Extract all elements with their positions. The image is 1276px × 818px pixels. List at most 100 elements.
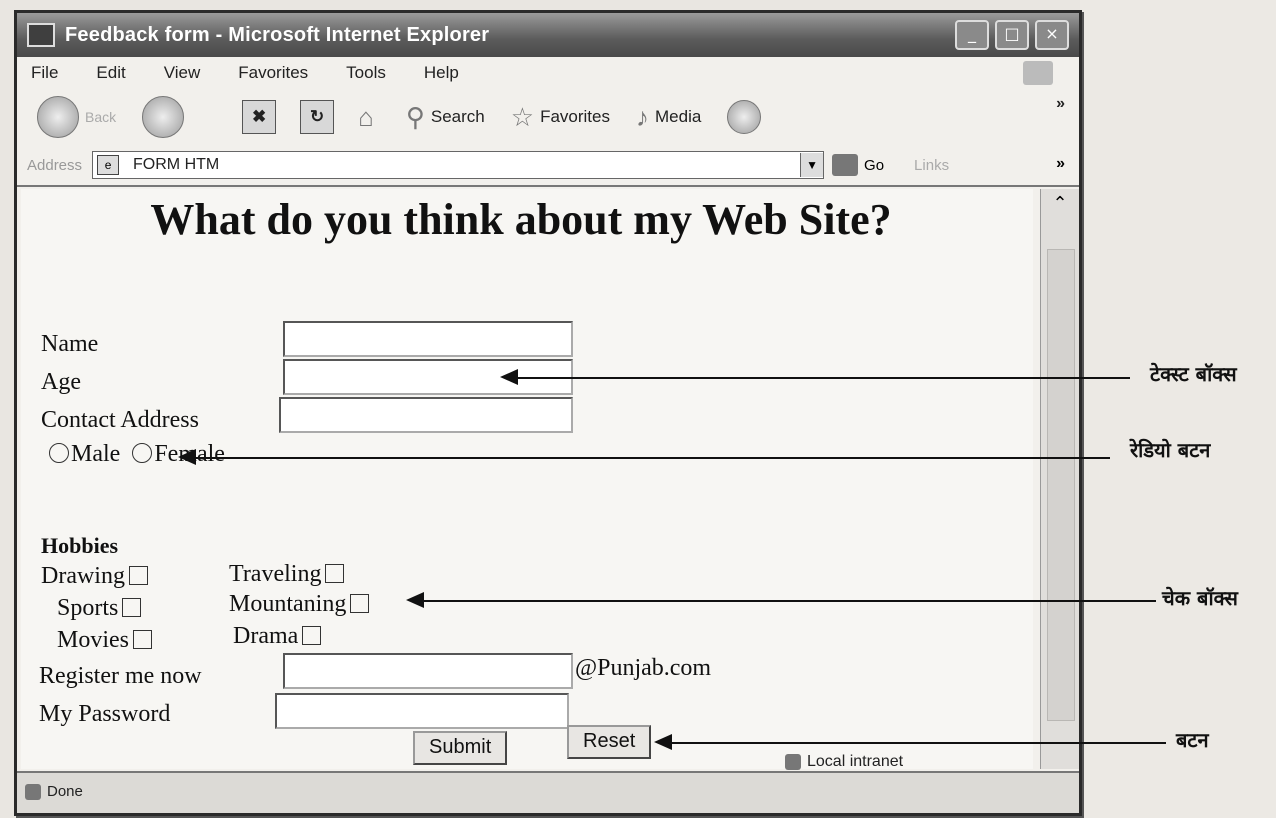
title-bar: Feedback form - Microsoft Internet Explo… <box>17 13 1079 57</box>
go-button[interactable]: Go <box>832 154 884 176</box>
arrow-head-text-box <box>500 369 518 385</box>
annotation-check-box: चेक बॉक्स <box>1162 586 1238 610</box>
home-icon: ⌂ <box>358 101 374 132</box>
book-page-margin <box>1080 0 1276 818</box>
scroll-up-icon[interactable]: ⌃ <box>1041 189 1079 219</box>
media-button[interactable]: ♪ Media <box>636 102 701 133</box>
drama-checkbox[interactable] <box>302 626 322 645</box>
vertical-scrollbar[interactable]: ⌃ <box>1040 189 1079 769</box>
drawing-checkbox[interactable] <box>128 566 148 585</box>
address-value: FORM HTM <box>133 156 220 173</box>
male-label: Male <box>71 441 121 467</box>
page-icon: e <box>97 155 120 175</box>
mountaning-checkbox[interactable] <box>350 594 370 613</box>
name-label: Name <box>41 331 99 357</box>
menu-help[interactable]: Help <box>424 63 459 83</box>
contact-label: Contact Address <box>41 407 199 433</box>
male-radio[interactable] <box>49 443 69 463</box>
page-heading: What do you think about my Web Site? <box>150 195 892 244</box>
toolbar: Back ✖ ↻ ⌂ ⚲ Search ☆ Favorites ♪ Media … <box>17 89 1079 145</box>
status-zone-label: Local intranet <box>807 753 904 770</box>
history-icon[interactable] <box>727 100 762 134</box>
drawing-label: Drawing <box>41 563 125 589</box>
menu-view[interactable]: View <box>164 63 201 83</box>
favorites-label: Favorites <box>540 107 610 126</box>
annotation-radio-button: रेडियो बटन <box>1130 438 1211 462</box>
scroll-thumb[interactable] <box>1047 249 1075 721</box>
arrow-text-box <box>508 377 1130 379</box>
movies-label: Movies <box>57 627 129 653</box>
search-button[interactable]: ⚲ Search <box>406 102 485 133</box>
star-icon: ☆ <box>510 101 535 132</box>
address-input[interactable]: e FORM HTM ▼ <box>92 151 825 179</box>
female-radio[interactable] <box>132 443 153 463</box>
intranet-icon <box>785 754 801 770</box>
toolbar-chevron-icon[interactable]: » <box>1056 95 1065 113</box>
favorites-button[interactable]: ☆ Favorites <box>511 102 610 133</box>
hobby-traveling: Traveling <box>229 561 345 588</box>
links-chevron-icon[interactable]: » <box>1056 155 1065 173</box>
go-arrow-icon <box>832 154 859 176</box>
address-label: Address <box>27 156 83 174</box>
go-label: Go <box>864 156 885 174</box>
sports-label: Sports <box>57 595 119 621</box>
domain-suffix: @Punjab.com <box>575 655 712 681</box>
home-button[interactable]: ⌂ <box>358 102 380 133</box>
traveling-label: Traveling <box>229 561 322 587</box>
traveling-checkbox[interactable] <box>325 564 345 583</box>
search-label: Search <box>430 107 485 126</box>
chevron-down-icon[interactable]: ▼ <box>800 153 824 177</box>
stop-icon[interactable]: ✖ <box>242 100 277 134</box>
status-zone: Local intranet <box>785 753 903 771</box>
password-label: My Password <box>39 701 171 727</box>
submit-button[interactable]: Submit <box>413 731 508 765</box>
hobbies-heading: Hobbies <box>41 533 119 558</box>
reset-button[interactable]: Reset <box>567 725 652 759</box>
hobby-drawing: Drawing <box>41 563 148 590</box>
ie-app-icon <box>27 23 55 47</box>
arrow-check-box <box>414 600 1156 602</box>
forward-arrow-icon[interactable] <box>142 96 185 138</box>
register-email-input[interactable] <box>283 653 573 689</box>
close-button[interactable]: × <box>1035 20 1069 50</box>
arrow-button <box>662 742 1166 744</box>
minimize-button[interactable]: _ <box>955 20 989 50</box>
menu-edit[interactable]: Edit <box>96 63 125 83</box>
password-input[interactable] <box>275 693 569 729</box>
sports-checkbox[interactable] <box>122 598 142 617</box>
annotation-text-box: टेक्स्ट बॉक्स <box>1150 362 1237 386</box>
menu-favorites[interactable]: Favorites <box>238 63 308 83</box>
status-left: Done <box>25 783 83 800</box>
mountaning-label: Mountaning <box>229 591 347 617</box>
search-icon: ⚲ <box>405 101 425 132</box>
links-button[interactable]: Links <box>914 157 949 174</box>
maximize-button[interactable]: □ <box>995 20 1029 50</box>
arrow-radio <box>186 457 1110 459</box>
movies-checkbox[interactable] <box>133 630 152 649</box>
arrow-head-check-box <box>406 592 424 608</box>
status-bar: Done Local intranet <box>17 753 1079 813</box>
back-arrow-icon[interactable] <box>37 96 79 138</box>
drama-label: Drama <box>233 623 299 649</box>
back-label[interactable]: Back <box>85 109 116 125</box>
menu-tools[interactable]: Tools <box>346 63 386 83</box>
hobby-drama: Drama <box>233 623 322 650</box>
menu-file[interactable]: File <box>31 63 58 83</box>
status-done: Done <box>47 783 83 800</box>
arrow-head-radio <box>178 449 196 465</box>
address-bar: Address e FORM HTM ▼ Go Links » <box>17 145 1079 187</box>
windows-logo-icon <box>1023 61 1053 85</box>
hobby-movies: Movies <box>57 627 152 654</box>
page-content: What do you think about my Web Site? Nam… <box>21 189 1033 769</box>
media-icon: ♪ <box>636 101 649 132</box>
hobby-mountaning: Mountaning <box>229 591 370 618</box>
contact-address-input[interactable] <box>279 397 573 433</box>
browser-window: Feedback form - Microsoft Internet Explo… <box>14 10 1082 816</box>
register-label: Register me now <box>39 663 202 689</box>
name-input[interactable] <box>283 321 573 357</box>
hobby-sports: Sports <box>57 595 142 622</box>
window-title: Feedback form - Microsoft Internet Explo… <box>65 23 490 46</box>
refresh-icon[interactable]: ↻ <box>300 100 335 134</box>
radio-group-gender: Male Female <box>49 441 225 468</box>
media-label: Media <box>655 107 702 126</box>
